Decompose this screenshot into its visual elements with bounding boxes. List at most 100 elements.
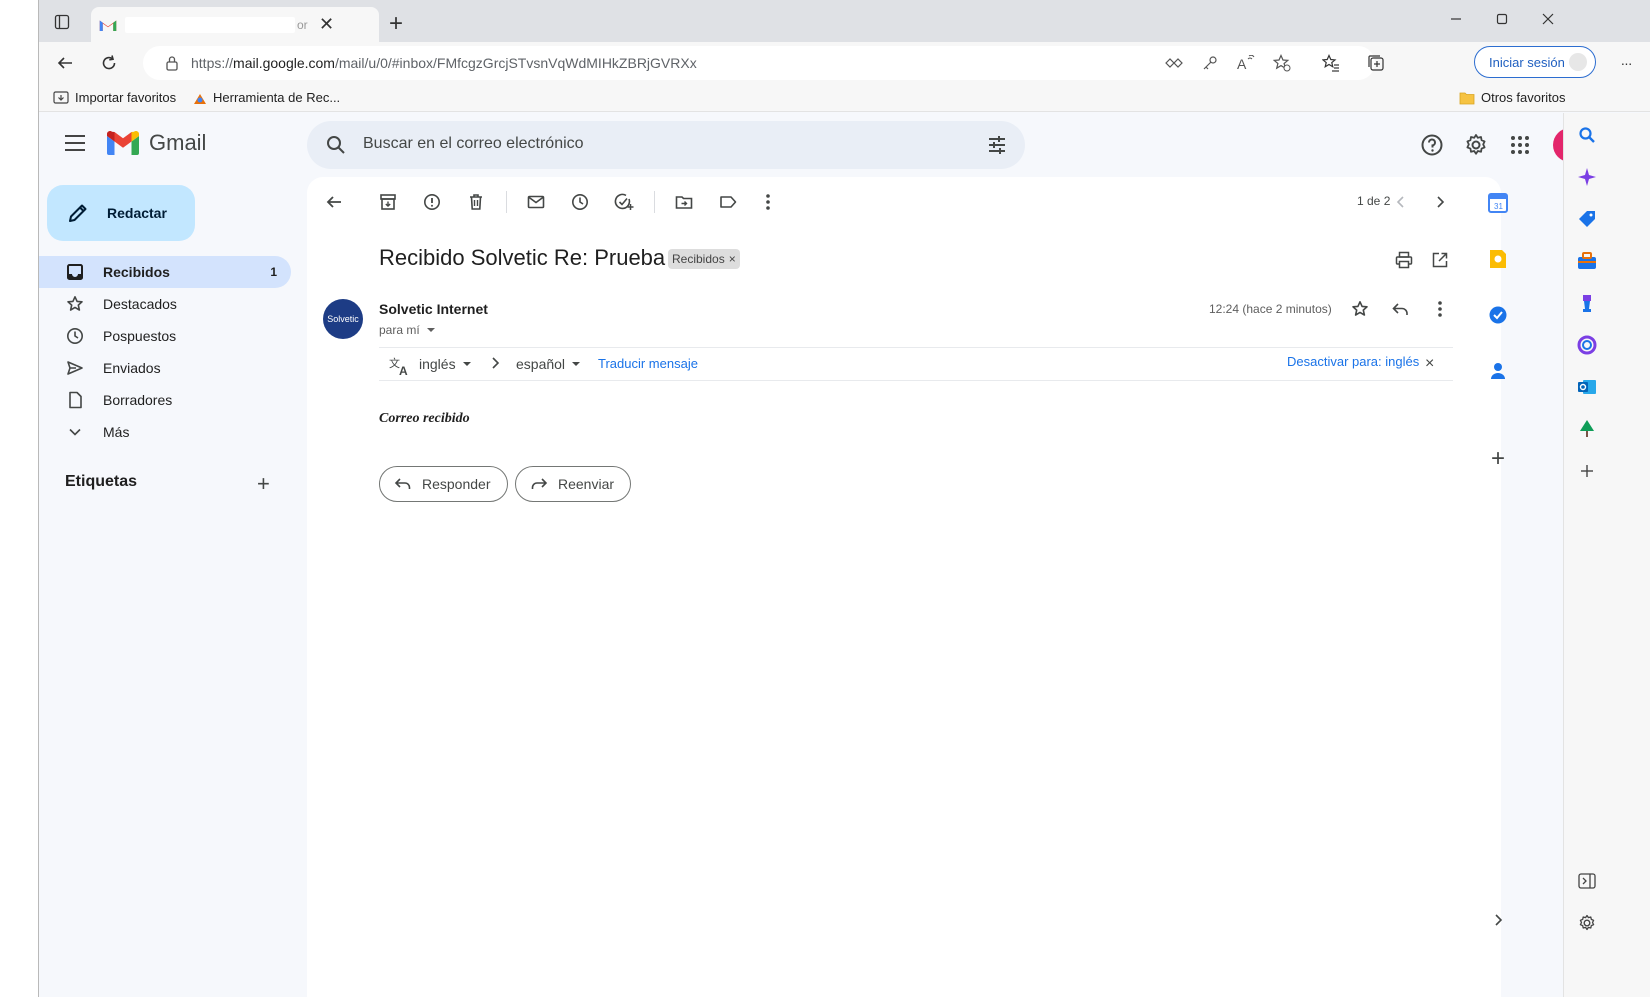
calendar-icon[interactable]: 31 — [1486, 191, 1510, 215]
inbox-label-chip[interactable]: Recibidos × — [668, 249, 740, 269]
tasks-icon[interactable] — [1486, 303, 1510, 327]
contacts-icon[interactable] — [1486, 359, 1510, 383]
sidebar-item-inbox[interactable]: Recibidos 1 — [39, 256, 291, 288]
shopping-tag-icon[interactable] — [1577, 209, 1597, 229]
forward-arrow-icon — [531, 478, 548, 489]
tab-actions-icon[interactable] — [51, 12, 73, 32]
games-chess-icon[interactable] — [1577, 293, 1597, 313]
url-text[interactable]: https://mail.google.com/mail/u/0/#inbox/… — [191, 55, 697, 71]
password-key-icon[interactable] — [1201, 54, 1219, 72]
lock-icon[interactable] — [165, 55, 179, 76]
more-menu-icon[interactable]: ··· — [1614, 51, 1638, 75]
maximize-icon[interactable] — [1495, 10, 1509, 31]
delete-trash-icon[interactable] — [465, 191, 487, 213]
forward-button[interactable]: Reenviar — [515, 466, 632, 502]
snooze-clock-icon[interactable] — [569, 191, 591, 213]
import-icon — [53, 90, 69, 104]
recipient-details[interactable]: para mí — [379, 323, 436, 337]
target-language-select[interactable]: español — [516, 356, 581, 372]
microsoft365-icon[interactable] — [1577, 335, 1597, 355]
search-icon[interactable] — [325, 134, 347, 161]
apps-grid-icon[interactable] — [1507, 132, 1533, 158]
window-close-icon[interactable] — [1541, 10, 1555, 31]
favorites-icon[interactable] — [1319, 51, 1343, 75]
move-to-folder-icon[interactable] — [673, 191, 695, 213]
collapse-panel-chevron-icon[interactable] — [1486, 908, 1510, 932]
main-menu-icon[interactable] — [65, 135, 85, 151]
print-icon[interactable] — [1393, 249, 1415, 271]
sidebar-settings-icon[interactable] — [1577, 913, 1597, 933]
sidebar-item-drafts[interactable]: Borradores — [39, 384, 291, 416]
bookmark-other-favorites[interactable]: Otros favoritos — [1459, 90, 1566, 105]
collections-icon[interactable] — [1364, 51, 1388, 75]
sender-avatar: Solvetic — [323, 299, 363, 339]
source-language-select[interactable]: inglés — [419, 356, 472, 372]
help-icon[interactable] — [1419, 132, 1445, 158]
mark-unread-mail-icon[interactable] — [525, 191, 547, 213]
add-label-icon[interactable]: + — [257, 473, 270, 495]
reply-button[interactable]: Responder — [379, 466, 508, 502]
edge-search-icon[interactable] — [1577, 125, 1597, 145]
sidebar-item-label: Pospuestos — [103, 328, 177, 344]
search-bar[interactable]: Buscar en el correo electrónico — [307, 121, 1025, 169]
minimize-icon[interactable] — [1449, 10, 1463, 31]
edge-sidebar — [1563, 113, 1650, 997]
add-task-icon[interactable] — [613, 191, 635, 213]
label-tag-icon[interactable] — [717, 191, 739, 213]
back-icon[interactable] — [53, 51, 77, 75]
reply-icon[interactable] — [1389, 298, 1411, 320]
toolbar-divider — [506, 191, 507, 213]
translate-icon: 文A — [389, 356, 411, 376]
more-actions-icon[interactable] — [757, 191, 779, 213]
close-translate-icon[interactable]: × — [1425, 355, 1434, 373]
caret-down-icon — [427, 328, 436, 332]
sidebar-nav: Recibidos 1 Destacados Pospuestos Enviad… — [39, 256, 291, 448]
outlook-icon[interactable] — [1577, 377, 1597, 397]
back-to-inbox-icon[interactable] — [323, 191, 345, 213]
compose-button[interactable]: Redactar — [47, 185, 195, 241]
translate-bar: 文A inglés español Traducir mensaje Desac… — [379, 347, 1453, 381]
archive-icon[interactable] — [377, 191, 399, 213]
translate-message-link[interactable]: Traducir mensaje — [598, 356, 698, 371]
sidebar-add-icon[interactable] — [1577, 461, 1597, 481]
browser-tab-gmail[interactable]: or ✕ — [91, 7, 379, 42]
bookmark-import-favorites[interactable]: Importar favoritos — [53, 90, 176, 105]
search-input[interactable]: Buscar en el correo electrónico — [363, 135, 584, 153]
newer-chevron-left-icon[interactable] — [1390, 191, 1412, 213]
tree-icon[interactable] — [1577, 419, 1597, 439]
disable-translation-link[interactable]: Desactivar para: inglés — [1287, 354, 1419, 369]
message-more-icon[interactable] — [1429, 298, 1451, 320]
report-spam-icon[interactable] — [421, 191, 443, 213]
refresh-icon[interactable] — [97, 51, 121, 75]
tab-bar: or ✕ + — [39, 0, 1650, 42]
sidebar-item-snoozed[interactable]: Pospuestos — [39, 320, 291, 352]
sender-name[interactable]: Solvetic Internet — [379, 301, 488, 317]
new-tab-button[interactable]: + — [389, 12, 403, 36]
star-message-icon[interactable] — [1349, 298, 1371, 320]
svg-text:31: 31 — [1494, 202, 1503, 211]
remove-label-icon[interactable]: × — [729, 252, 736, 266]
signin-button[interactable]: Iniciar sesión — [1474, 46, 1596, 78]
message-body: Correo recibido — [379, 411, 470, 426]
sidebar-item-starred[interactable]: Destacados — [39, 288, 291, 320]
settings-gear-icon[interactable] — [1463, 132, 1489, 158]
add-addon-icon[interactable]: + — [1486, 445, 1510, 472]
immersive-reader-icon[interactable] — [1165, 54, 1183, 72]
tools-briefcase-icon[interactable] — [1577, 251, 1597, 271]
tab-close-icon[interactable]: ✕ — [319, 14, 334, 35]
url-path: /mail/u/0/#inbox/FMfcgzGrcjSTvsnVqWdMIHk… — [334, 55, 697, 71]
older-chevron-right-icon[interactable] — [1429, 191, 1451, 213]
search-options-icon[interactable] — [987, 135, 1007, 160]
open-new-window-icon[interactable] — [1429, 249, 1451, 271]
sidebar-item-more[interactable]: Más — [39, 416, 291, 448]
keep-icon[interactable] — [1486, 247, 1510, 271]
add-favorite-icon[interactable] — [1273, 54, 1291, 72]
copilot-sparkle-icon[interactable] — [1577, 167, 1597, 187]
sidebar-item-label: Más — [103, 424, 130, 440]
bookmark-tool[interactable]: Herramienta de Rec... — [193, 90, 340, 105]
sidebar-item-sent[interactable]: Enviados — [39, 352, 291, 384]
address-bar[interactable]: https://mail.google.com/mail/u/0/#inbox/… — [143, 46, 1375, 80]
hide-sidebar-icon[interactable] — [1577, 871, 1597, 891]
read-aloud-icon[interactable]: A — [1237, 54, 1255, 72]
gmail-logo[interactable]: Gmail — [107, 130, 206, 156]
